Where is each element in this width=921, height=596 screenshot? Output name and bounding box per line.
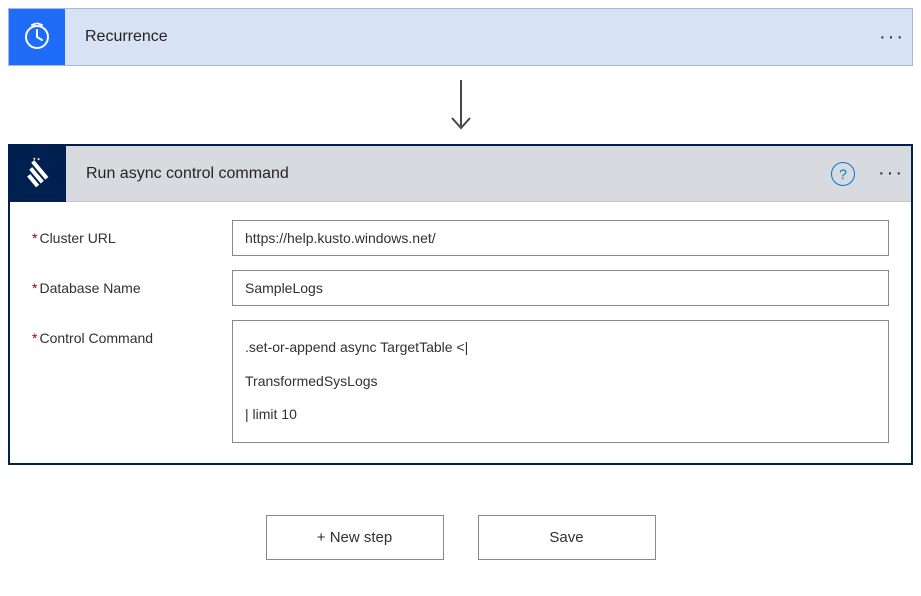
control-command-input[interactable] [232,320,889,443]
more-icon[interactable]: ··· [871,146,911,202]
database-name-row: *Database Name [32,270,889,306]
run-command-title: Run async control command [66,165,831,183]
control-command-row: *Control Command [32,320,889,443]
recurrence-title: Recurrence [65,28,872,46]
run-command-body: *Cluster URL *Database Name *Control Com… [10,202,911,463]
cluster-url-label: *Cluster URL [32,220,232,256]
kusto-icon [10,146,66,202]
new-step-button[interactable]: + New step [266,515,444,560]
save-button[interactable]: Save [478,515,656,560]
more-icon[interactable]: ··· [872,9,912,65]
recurrence-icon [9,9,65,65]
database-name-label: *Database Name [32,270,232,306]
cluster-url-row: *Cluster URL [32,220,889,256]
recurrence-header: Recurrence ··· [9,9,912,65]
recurrence-card[interactable]: Recurrence ··· [8,8,913,66]
connector-arrow [8,66,913,144]
run-command-header: Run async control command ? ··· [10,146,911,202]
control-command-label: *Control Command [32,320,232,443]
help-icon[interactable]: ? [831,162,855,186]
database-name-input[interactable] [232,270,889,306]
run-command-card[interactable]: Run async control command ? ··· *Cluster… [8,144,913,465]
cluster-url-input[interactable] [232,220,889,256]
action-buttons: + New step Save [8,515,913,560]
